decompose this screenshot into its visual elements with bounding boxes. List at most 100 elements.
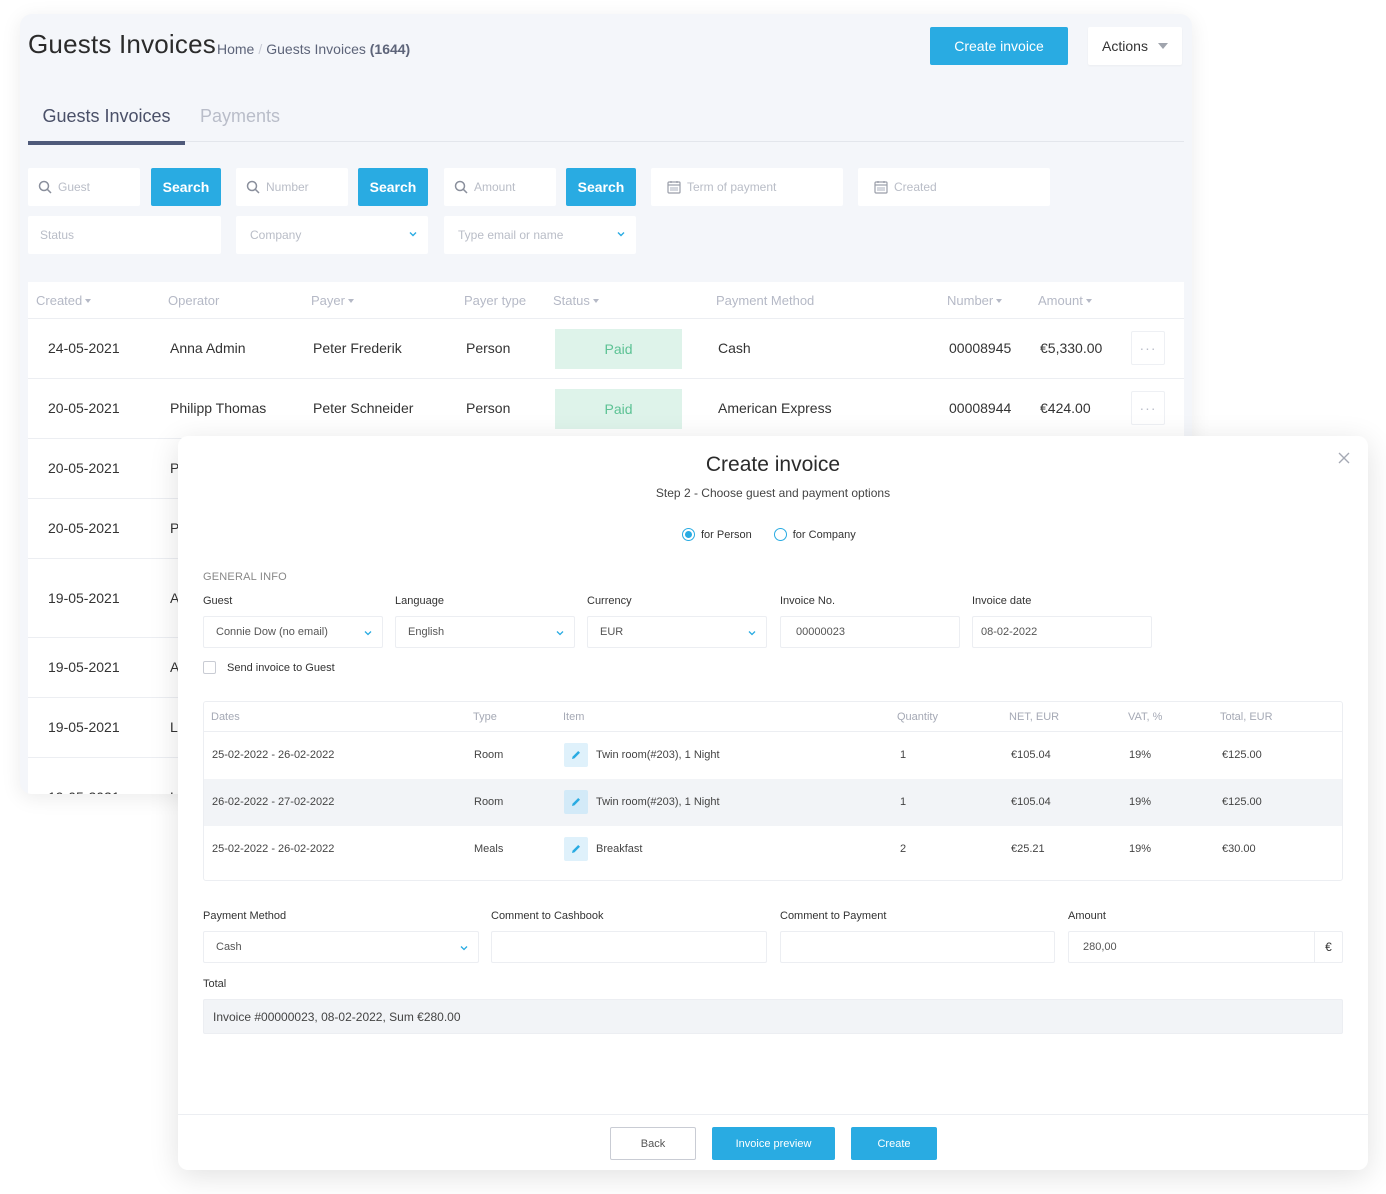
status-badge: Paid bbox=[555, 389, 682, 429]
cell-payer-type: Person bbox=[466, 340, 511, 356]
amount-search-button[interactable]: Search bbox=[566, 168, 636, 206]
number-filter-placeholder: Number bbox=[266, 180, 309, 194]
total-summary: Invoice #00000023, 08-02-2022, Sum €280.… bbox=[203, 999, 1343, 1034]
more-options-button[interactable]: ··· bbox=[1131, 331, 1165, 365]
table-row[interactable]: 24-05-2021 Anna Admin Peter Frederik Per… bbox=[28, 319, 1184, 379]
cell-payment-method: Cash bbox=[718, 340, 751, 356]
cell-item: Twin room(#203), 1 Night bbox=[596, 749, 720, 761]
guest-select[interactable]: Connie Dow (no email) bbox=[203, 616, 383, 648]
cell-payer-type: Person bbox=[466, 400, 511, 416]
radio-checked-icon bbox=[682, 528, 695, 541]
currency-value: EUR bbox=[600, 626, 624, 638]
more-options-button[interactable]: ··· bbox=[1131, 391, 1165, 425]
tabs: Guests Invoices Payments bbox=[28, 94, 1184, 145]
invoice-no-input[interactable]: 00000023 bbox=[780, 616, 960, 648]
cell-item: Twin room(#203), 1 Night bbox=[596, 796, 720, 808]
sort-caret-icon bbox=[347, 298, 354, 303]
create-invoice-button[interactable]: Create invoice bbox=[930, 27, 1068, 65]
cell-number: 00008944 bbox=[949, 400, 1012, 416]
cell-created: 24-05-2021 bbox=[48, 340, 120, 356]
table-header: Created Operator Payer Payer type Status… bbox=[28, 282, 1184, 319]
number-filter-input[interactable]: Number bbox=[236, 168, 348, 206]
guest-search-button[interactable]: Search bbox=[151, 168, 221, 206]
send-invoice-checkbox-row[interactable]: Send invoice to Guest bbox=[203, 661, 335, 674]
section-general-info: GENERAL INFO bbox=[203, 571, 287, 583]
company-filter-select[interactable]: Company bbox=[236, 216, 428, 254]
item-row: 26-02-2022 - 27-02-2022 Room Twin room(#… bbox=[204, 779, 1342, 826]
cell-dates: 26-02-2022 - 27-02-2022 bbox=[212, 796, 335, 808]
cell-created: 20-05-2021 bbox=[48, 400, 120, 416]
cell-quantity: 2 bbox=[900, 843, 907, 855]
item-row: 25-02-2022 - 26-02-2022 Room Twin room(#… bbox=[204, 732, 1342, 779]
payment-method-value: Cash bbox=[216, 941, 242, 953]
column-payer[interactable]: Payer bbox=[311, 293, 354, 308]
status-filter[interactable]: Status bbox=[28, 216, 221, 254]
chevron-down-icon bbox=[555, 628, 565, 641]
cell-vat: 19% bbox=[1129, 843, 1152, 855]
sort-caret-icon bbox=[1085, 298, 1092, 303]
modal-footer: Back Invoice preview Create bbox=[178, 1114, 1368, 1170]
column-status[interactable]: Status bbox=[553, 293, 599, 308]
column-label: Amount bbox=[1038, 293, 1083, 308]
edit-item-button[interactable] bbox=[564, 790, 588, 814]
radio-for-company[interactable]: for Company bbox=[773, 528, 856, 541]
tab-payments[interactable]: Payments bbox=[200, 106, 280, 141]
create-button[interactable]: Create bbox=[851, 1127, 937, 1160]
amount-input[interactable]: 280,00 € bbox=[1068, 931, 1343, 963]
column-operator: Operator bbox=[168, 293, 220, 308]
term-of-payment-filter[interactable]: Term of payment bbox=[651, 168, 843, 206]
column-number[interactable]: Number bbox=[947, 293, 1003, 308]
term-of-payment-placeholder: Term of payment bbox=[687, 180, 777, 194]
language-select[interactable]: English bbox=[395, 616, 575, 648]
modal-title: Create invoice bbox=[705, 453, 841, 476]
company-placeholder: Company bbox=[250, 228, 302, 242]
amount-filter-input[interactable]: Amount bbox=[444, 168, 556, 206]
create-invoice-modal: Create invoice Step 2 - Choose guest and… bbox=[178, 436, 1368, 1170]
radio-for-person[interactable]: for Person bbox=[682, 528, 752, 541]
currency-addon: € bbox=[1314, 932, 1342, 962]
breadcrumb-home[interactable]: Home bbox=[217, 41, 254, 57]
item-row: 25-02-2022 - 26-02-2022 Meals Breakfast … bbox=[204, 826, 1342, 873]
payment-method-select[interactable]: Cash bbox=[203, 931, 479, 963]
number-search-button[interactable]: Search bbox=[358, 168, 428, 206]
comment-cashbook-input[interactable] bbox=[491, 931, 767, 963]
radio-label: for Company bbox=[792, 528, 856, 541]
edit-item-button[interactable] bbox=[564, 837, 588, 861]
language-label: Language bbox=[395, 595, 444, 607]
comment-payment-input[interactable] bbox=[780, 931, 1055, 963]
edit-item-button[interactable] bbox=[564, 743, 588, 767]
tab-guests-invoices[interactable]: Guests Invoices bbox=[28, 106, 185, 145]
invoice-date-input[interactable]: 08-02-2022 bbox=[972, 616, 1152, 648]
pencil-icon bbox=[572, 845, 580, 853]
cell-quantity: 1 bbox=[900, 749, 907, 761]
actions-dropdown[interactable]: Actions bbox=[1088, 27, 1182, 65]
back-button[interactable]: Back bbox=[610, 1127, 696, 1160]
guest-filter-placeholder: Guest bbox=[58, 180, 91, 194]
column-quantity: Quantity bbox=[897, 711, 938, 723]
cell-payer: Peter Schneider bbox=[313, 400, 414, 416]
modal-subtitle: Step 2 - Choose guest and payment option… bbox=[655, 486, 891, 500]
currency-select[interactable]: EUR bbox=[587, 616, 767, 648]
column-amount[interactable]: Amount bbox=[1038, 293, 1092, 308]
radio-unchecked-icon bbox=[773, 528, 787, 541]
column-created[interactable]: Created bbox=[36, 293, 92, 308]
search-icon bbox=[38, 180, 52, 194]
invoice-preview-button[interactable]: Invoice preview bbox=[712, 1127, 835, 1160]
cell-total: €125.00 bbox=[1222, 749, 1262, 761]
calendar-icon bbox=[874, 180, 888, 194]
cell-created: 20-05-2021 bbox=[48, 520, 120, 536]
created-filter[interactable]: Created bbox=[858, 168, 1050, 206]
column-dates: Dates bbox=[211, 711, 240, 723]
payment-method-label: Payment Method bbox=[203, 910, 287, 922]
cell-payer: Peter Frederik bbox=[313, 340, 402, 356]
email-placeholder: Type email or name bbox=[458, 228, 564, 242]
cell-number: 00008945 bbox=[949, 340, 1012, 356]
column-total: Total, EUR bbox=[1220, 711, 1273, 723]
guest-filter-input[interactable]: Guest bbox=[28, 168, 140, 206]
email-or-name-select[interactable]: Type email or name bbox=[444, 216, 636, 254]
send-invoice-checkbox[interactable] bbox=[203, 661, 216, 674]
cell-created: 19-05-2021 bbox=[48, 590, 120, 606]
table-row[interactable]: 20-05-2021 Philipp Thomas Peter Schneide… bbox=[28, 379, 1184, 439]
calendar-icon bbox=[667, 180, 681, 194]
created-placeholder: Created bbox=[894, 180, 937, 194]
